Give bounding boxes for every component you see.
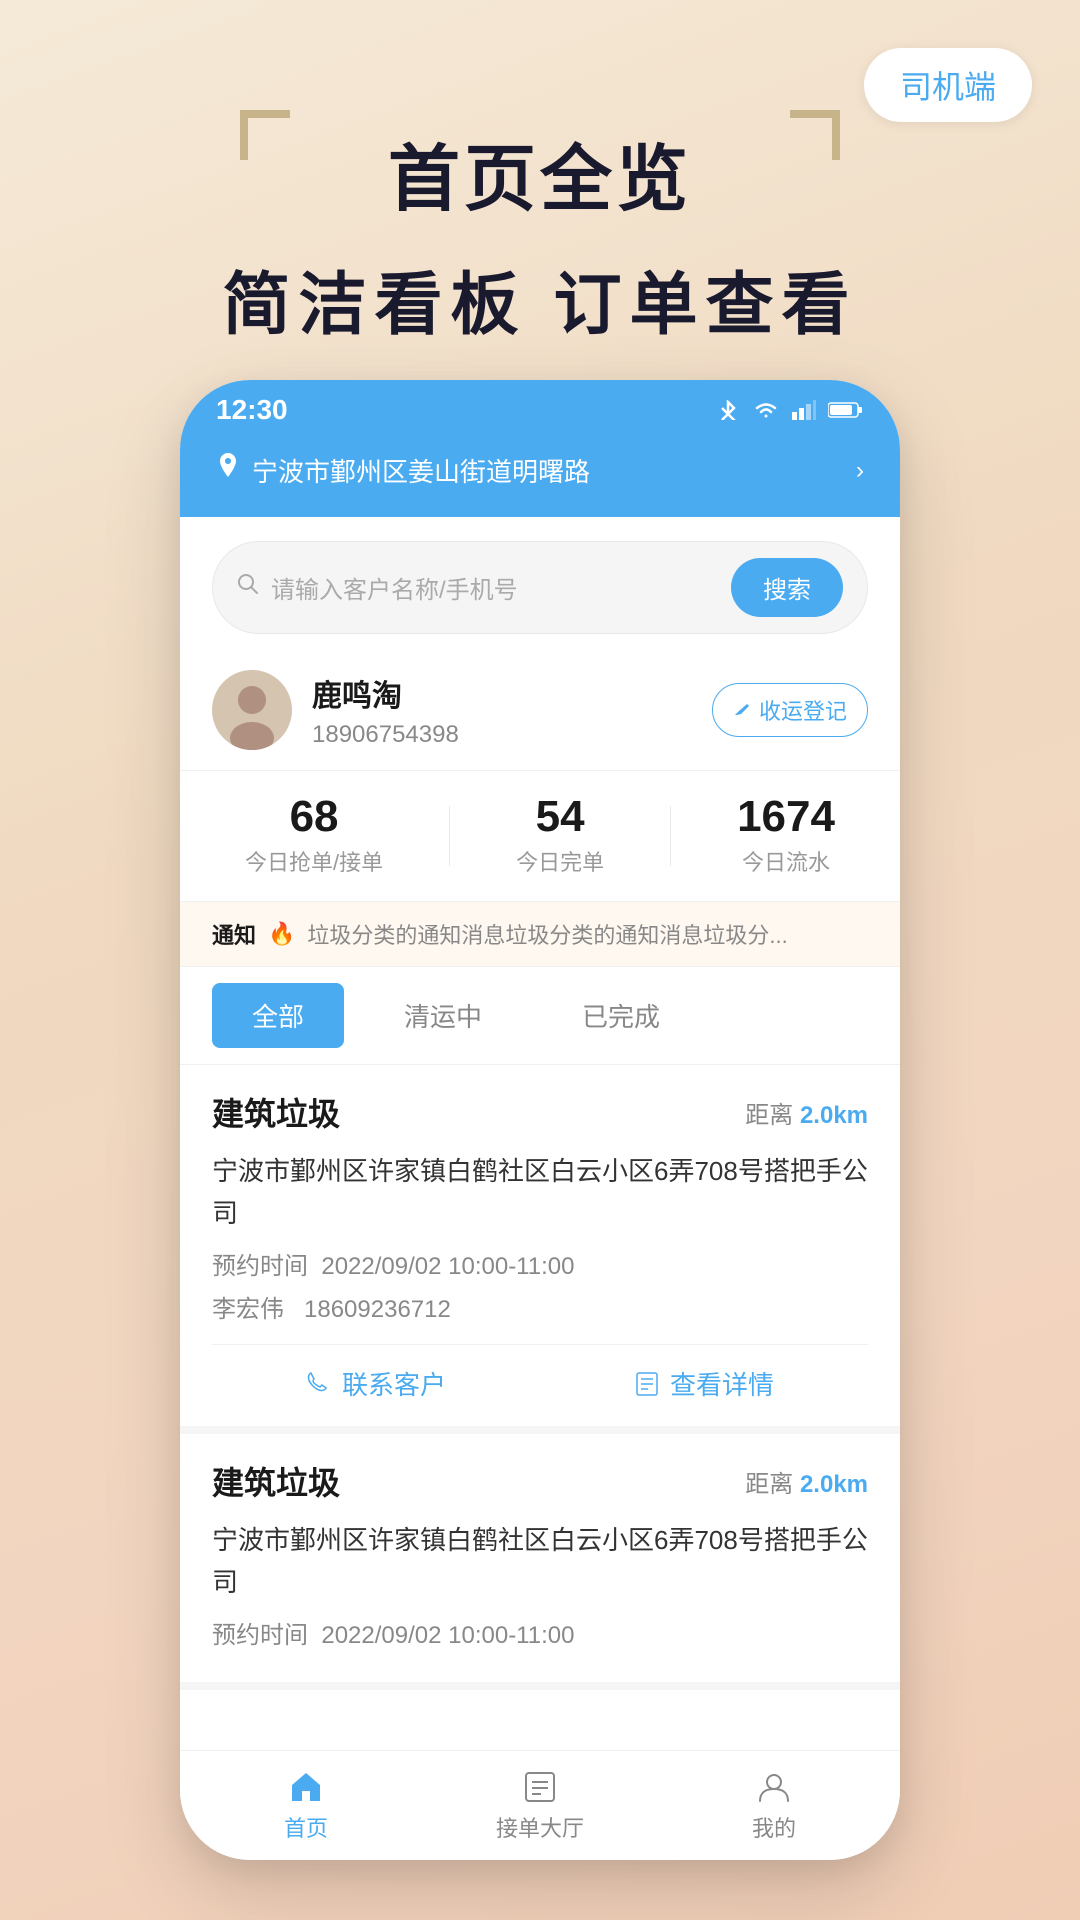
order-2-distance: 距离 2.0km: [745, 1464, 868, 1499]
order-1-time-value: 2022/09/02 10:00-11:00: [321, 1253, 574, 1280]
hero-section: 首页全览 简洁看板 订单查看: [0, 120, 1080, 348]
nav-orders-hall[interactable]: 接单大厅: [496, 1769, 584, 1843]
order-2-time: 预约时间 2022/09/02 10:00-11:00: [212, 1615, 868, 1650]
profile-icon: [756, 1769, 792, 1805]
order-1-type: 建筑垃圾: [212, 1089, 340, 1135]
bluetooth-icon: [716, 400, 740, 420]
driver-badge[interactable]: 司机端: [864, 48, 1032, 122]
home-icon: [288, 1769, 324, 1805]
profile-name: 鹿鸣淘: [312, 671, 712, 715]
phone-mockup: 12:30: [180, 380, 900, 1860]
order-card-1: 建筑垃圾 距离 2.0km 宁波市鄞州区许家镇白鹤社区白云小区6弄708号搭把手…: [180, 1065, 900, 1434]
detail-btn-label: 查看详情: [670, 1365, 774, 1402]
profile-info: 鹿鸣淘 18906754398: [312, 671, 712, 749]
nav-orders-hall-label: 接单大厅: [496, 1811, 584, 1843]
order-2-time-value: 2022/09/02 10:00-11:00: [321, 1622, 574, 1649]
tab-all[interactable]: 全部: [212, 983, 344, 1048]
order-1-time-label: 预约时间: [212, 1253, 308, 1280]
phone-content: 请输入客户名称/手机号 搜索 鹿鸣淘 18906754398: [180, 517, 900, 1767]
profile-phone: 18906754398: [312, 721, 712, 749]
order-1-contact-name: 李宏伟: [212, 1296, 284, 1323]
order-2-address: 宁波市鄞州区许家镇白鹤社区白云小区6弄708号搭把手公司: [212, 1520, 868, 1603]
nav-profile[interactable]: 我的: [752, 1769, 796, 1843]
profile-section: 鹿鸣淘 18906754398 收运登记: [180, 650, 900, 771]
order-2-type: 建筑垃圾: [212, 1458, 340, 1504]
order-1-contact: 李宏伟 18609236712: [212, 1289, 868, 1324]
hero-subtitle: 简洁看板 订单查看: [0, 249, 1080, 348]
order-1-distance-unit: km: [833, 1102, 868, 1129]
tab-completed[interactable]: 已完成: [542, 983, 700, 1048]
nav-profile-label: 我的: [752, 1811, 796, 1843]
user-avatar: [212, 670, 292, 750]
nav-home[interactable]: 首页: [284, 1769, 328, 1843]
signal-icon: [792, 400, 816, 420]
status-bar: 12:30: [180, 380, 900, 440]
order-1-contact-phone: 18609236712: [304, 1296, 451, 1323]
nav-home-label: 首页: [284, 1811, 328, 1843]
stat-number-complete: 54: [516, 795, 604, 839]
order-2-time-label: 预约时间: [212, 1622, 308, 1649]
battery-icon: [828, 401, 864, 419]
stats-section: 68 今日抢单/接单 54 今日完单 1674 今日流水: [180, 771, 900, 902]
stat-divider-1: [449, 806, 450, 866]
location-arrow-icon: ›: [856, 457, 864, 485]
bottom-navigation: 首页 接单大厅 我的: [180, 1750, 900, 1860]
contact-btn-label: 联系客户: [342, 1365, 446, 1402]
order-1-contact-btn[interactable]: 联系客户: [306, 1365, 446, 1402]
stat-number-orders: 68: [245, 795, 383, 839]
order-1-actions: 联系客户 查看详情: [212, 1344, 868, 1402]
location-icon: [216, 453, 240, 488]
search-bar[interactable]: 请输入客户名称/手机号 搜索: [212, 541, 868, 634]
stat-label-revenue: 今日流水: [737, 845, 835, 877]
search-placeholder-text: 请输入客户名称/手机号: [271, 570, 731, 605]
order-1-time: 预约时间 2022/09/02 10:00-11:00: [212, 1246, 868, 1281]
location-text: 宁波市鄞州区姜山街道明曙路: [252, 452, 844, 489]
stat-number-revenue: 1674: [737, 795, 835, 839]
stat-today-orders: 68 今日抢单/接单: [245, 795, 383, 877]
location-bar[interactable]: 宁波市鄞州区姜山街道明曙路 ›: [180, 440, 900, 517]
status-time: 12:30: [216, 394, 288, 426]
stat-today-complete: 54 今日完单: [516, 795, 604, 877]
register-button[interactable]: 收运登记: [712, 683, 868, 737]
status-icons: [716, 400, 864, 420]
order-1-header: 建筑垃圾 距离 2.0km: [212, 1089, 868, 1135]
stat-today-revenue: 1674 今日流水: [737, 795, 835, 877]
stat-divider-2: [670, 806, 671, 866]
order-card-2: 建筑垃圾 距离 2.0km 宁波市鄞州区许家镇白鹤社区白云小区6弄708号搭把手…: [180, 1434, 900, 1690]
notice-text: 垃圾分类的通知消息垃圾分类的通知消息垃圾分...: [307, 918, 787, 950]
search-button[interactable]: 搜索: [731, 558, 843, 617]
order-1-address: 宁波市鄞州区许家镇白鹤社区白云小区6弄708号搭把手公司: [212, 1151, 868, 1234]
order-1-distance-value: 2.0: [800, 1102, 833, 1129]
order-2-header: 建筑垃圾 距离 2.0km: [212, 1458, 868, 1504]
orders-hall-icon: [522, 1769, 558, 1805]
wifi-icon: [752, 400, 780, 420]
tab-section: 全部 清运中 已完成: [180, 967, 900, 1065]
notice-fire-icon: 🔥: [268, 921, 295, 947]
tab-in-progress[interactable]: 清运中: [364, 983, 522, 1048]
search-icon: [237, 573, 259, 602]
stat-label-orders: 今日抢单/接单: [245, 845, 383, 877]
register-btn-label: 收运登记: [759, 694, 847, 726]
order-2-distance-unit: km: [833, 1471, 868, 1498]
order-1-distance: 距离 2.0km: [745, 1095, 868, 1130]
notice-bar[interactable]: 通知 🔥 垃圾分类的通知消息垃圾分类的通知消息垃圾分...: [180, 902, 900, 967]
search-section: 请输入客户名称/手机号 搜索: [180, 517, 900, 650]
order-2-distance-value: 2.0: [800, 1471, 833, 1498]
stat-label-complete: 今日完单: [516, 845, 604, 877]
hero-title: 首页全览: [0, 120, 1080, 225]
order-1-detail-btn[interactable]: 查看详情: [634, 1365, 774, 1402]
notice-tag: 通知: [212, 918, 256, 950]
